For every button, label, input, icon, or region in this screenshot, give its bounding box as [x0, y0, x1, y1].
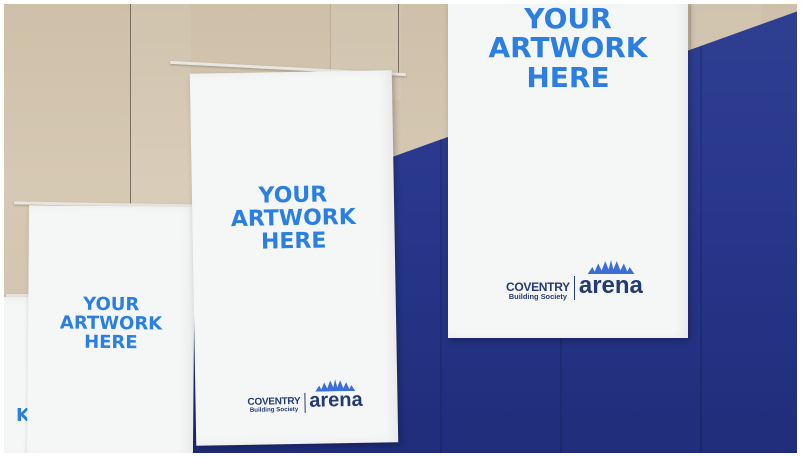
sunburst-icon: [587, 260, 635, 274]
venue-logo: COVENTRY Building Society arena: [247, 379, 363, 414]
artwork-placeholder-text: YOUR ARTWORK HERE: [59, 293, 163, 354]
artwork-placeholder-text: YOUR ARTWORK HERE: [488, 2, 648, 94]
artwork-placeholder-text: YOUR ARTWORK HERE: [230, 182, 356, 255]
sunburst-icon: [315, 379, 356, 392]
banner-middle: YOUR ARTWORK HERE COVENTRY Building Soci…: [189, 70, 399, 446]
hanging-wire: [130, 0, 131, 210]
venue-logo: COVENTRY Building Society arena: [506, 260, 643, 300]
hanging-wire: [398, 0, 399, 75]
arena-interior-photo: K YOUR ARTWORK HERE YOUR ARTWORK HERE CO…: [0, 0, 801, 457]
floor-edge: [0, 453, 801, 457]
logo-wordmark: arena: [579, 260, 643, 300]
banner-left: YOUR ARTWORK HERE: [26, 205, 196, 457]
banner-right: YOUR ARTWORK HERE COVENTRY Building Soci…: [448, 0, 688, 338]
logo-wordmark: arena: [309, 379, 363, 413]
